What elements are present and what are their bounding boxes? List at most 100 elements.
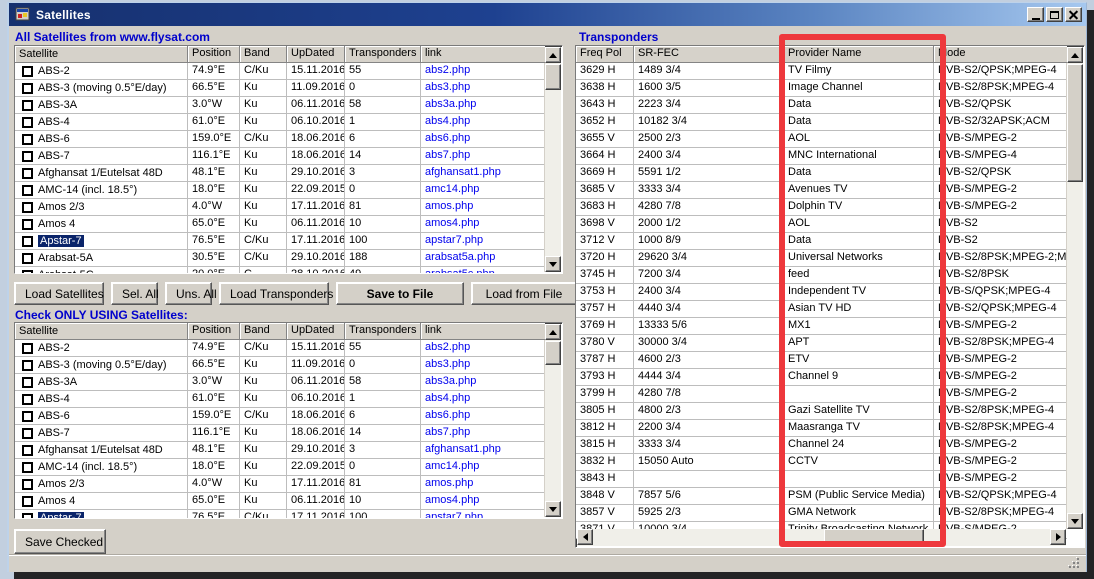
satellite-row[interactable]: ABS-3A3.0°WKu06.11.201658abs3a.php — [15, 374, 545, 391]
satellite-link[interactable]: afghansat1.php — [425, 166, 501, 178]
satellite-link[interactable]: apstar7.php — [425, 234, 483, 246]
scrollbar-thumb[interactable] — [545, 64, 561, 90]
column-header-sr-fec[interactable]: SR-FEC — [634, 46, 784, 63]
satellite-link[interactable]: abs4.php — [425, 392, 470, 404]
transponder-row[interactable]: 3655 V2500 2/3AOLDVB-S/MPEG-2 — [576, 131, 1067, 148]
transponder-row[interactable]: 3848 V7857 5/6PSM (Public Service Media)… — [576, 488, 1067, 505]
satellite-row[interactable]: ABS-7116.1°EKu18.06.201614abs7.php — [15, 148, 545, 165]
unselect-all-button[interactable]: Uns. All — [165, 282, 212, 305]
satellite-link[interactable]: abs3a.php — [425, 375, 476, 387]
satellite-row[interactable]: ABS-6159.0°EC/Ku18.06.20166abs6.php — [15, 131, 545, 148]
satellite-checkbox[interactable] — [22, 462, 33, 473]
satellite-row[interactable]: Apstar-776.5°EC/Ku17.11.2016100apstar7.p… — [15, 233, 545, 250]
transponder-row[interactable]: 3669 H5591 1/2DataDVB-S2/QPSK — [576, 165, 1067, 182]
column-header-mode[interactable]: Mode — [934, 46, 1067, 63]
vertical-scrollbar[interactable] — [544, 324, 561, 517]
transponder-row[interactable]: 3664 H2400 3/4MNC InternationalDVB-S/MPE… — [576, 148, 1067, 165]
satellite-link[interactable]: amc14.php — [425, 183, 479, 195]
column-header-transponders[interactable]: Transponders — [345, 46, 421, 63]
satellite-checkbox[interactable] — [22, 100, 33, 111]
transponder-row[interactable]: 3757 H4440 3/4Asian TV HDDVB-S2/QPSK;MPE… — [576, 301, 1067, 318]
satellite-checkbox[interactable] — [22, 496, 33, 507]
transponder-row[interactable]: 3815 H3333 3/4Channel 24DVB-S/MPEG-2 — [576, 437, 1067, 454]
satellite-checkbox[interactable] — [22, 253, 33, 264]
satellite-link[interactable]: arabsat5c.php — [425, 268, 495, 274]
satellite-link[interactable]: abs3.php — [425, 358, 470, 370]
transponder-row[interactable]: 3793 H4444 3/4Channel 9DVB-S/MPEG-2 — [576, 369, 1067, 386]
satellite-link[interactable]: afghansat1.php — [425, 443, 501, 455]
satellite-checkbox[interactable] — [22, 479, 33, 490]
column-header-satellite[interactable]: Satellite — [15, 323, 188, 340]
save-checked-button[interactable]: Save Checked — [14, 529, 106, 554]
satellite-link[interactable]: abs4.php — [425, 115, 470, 127]
satellite-checkbox[interactable] — [22, 202, 33, 213]
scrollbar-thumb[interactable] — [1067, 64, 1083, 182]
satellite-checkbox[interactable] — [22, 270, 33, 275]
satellite-row[interactable]: Amos 2/34.0°WKu17.11.201681amos.php — [15, 199, 545, 216]
satellite-row[interactable]: Amos 465.0°EKu06.11.201610amos4.php — [15, 216, 545, 233]
transponder-row[interactable]: 3652 H10182 3/4DataDVB-S2/32APSK;ACM — [576, 114, 1067, 131]
save-to-file-button[interactable]: Save to File — [336, 282, 464, 305]
satellite-checkbox[interactable] — [22, 134, 33, 145]
scrollbar-thumb[interactable] — [824, 529, 924, 545]
column-header-link[interactable]: link — [421, 46, 545, 63]
column-header-transponders[interactable]: Transponders — [345, 323, 421, 340]
transponder-row[interactable]: 3745 H7200 3/4feedDVB-S2/8PSK — [576, 267, 1067, 284]
satellite-row[interactable]: Afghansat 1/Eutelsat 48D48.1°EKu29.10.20… — [15, 442, 545, 459]
maximize-button[interactable] — [1046, 7, 1063, 22]
satellite-link[interactable]: abs7.php — [425, 149, 470, 161]
satellite-checkbox[interactable] — [22, 219, 33, 230]
transponder-row[interactable]: 3712 V1000 8/9DataDVB-S2 — [576, 233, 1067, 250]
satellite-row[interactable]: Amos 2/34.0°WKu17.11.201681amos.php — [15, 476, 545, 493]
transponder-row[interactable]: 3787 H4600 2/3ETVDVB-S/MPEG-2 — [576, 352, 1067, 369]
transponder-row[interactable]: 3638 H1600 3/5Image ChannelDVB-S2/8PSK;M… — [576, 80, 1067, 97]
scroll-left-button[interactable] — [577, 529, 593, 545]
satellite-link[interactable]: abs2.php — [425, 64, 470, 76]
satellite-row[interactable]: ABS-461.0°EKu06.10.20161abs4.php — [15, 391, 545, 408]
satellite-row[interactable]: AMC-14 (incl. 18.5°)18.0°EKu22.09.20150a… — [15, 459, 545, 476]
satellite-row[interactable]: Arabsat-5A30.5°EC/Ku29.10.2016188arabsat… — [15, 250, 545, 267]
scroll-down-button[interactable] — [545, 501, 561, 517]
satellite-checkbox[interactable] — [22, 66, 33, 77]
transponder-row[interactable]: 3685 V3333 3/4Avenues TVDVB-S/MPEG-2 — [576, 182, 1067, 199]
transponder-row[interactable]: 3769 H13333 5/6MX1DVB-S/MPEG-2 — [576, 318, 1067, 335]
column-header-updated[interactable]: UpDated — [287, 46, 345, 63]
satellite-checkbox[interactable] — [22, 428, 33, 439]
satellite-row[interactable]: ABS-3 (moving 0.5°E/day)66.5°EKu11.09.20… — [15, 357, 545, 374]
column-header-band[interactable]: Band — [240, 323, 287, 340]
scroll-right-button[interactable] — [1050, 529, 1066, 545]
scroll-down-button[interactable] — [545, 256, 561, 272]
satellite-checkbox[interactable] — [22, 117, 33, 128]
transponder-row[interactable]: 3643 H2223 3/4DataDVB-S2/QPSK — [576, 97, 1067, 114]
satellite-row[interactable]: ABS-274.9°EC/Ku15.11.201655abs2.php — [15, 63, 545, 80]
satellite-checkbox[interactable] — [22, 445, 33, 456]
satellite-checkbox[interactable] — [22, 411, 33, 422]
minimize-button[interactable] — [1027, 7, 1044, 22]
satellite-checkbox[interactable] — [22, 360, 33, 371]
transponder-row[interactable]: 3799 H4280 7/8DVB-S/MPEG-2 — [576, 386, 1067, 403]
resize-grip[interactable] — [1067, 556, 1080, 569]
satellite-link[interactable]: amos.php — [425, 200, 473, 212]
satellite-link[interactable]: apstar7.php — [425, 511, 483, 519]
satellite-link[interactable]: arabsat5a.php — [425, 251, 495, 263]
column-header-satellite[interactable]: Satellite — [15, 46, 188, 63]
satellite-link[interactable]: amc14.php — [425, 460, 479, 472]
satellite-checkbox[interactable] — [22, 394, 33, 405]
select-all-button[interactable]: Sel. All — [111, 282, 158, 305]
column-header-freq-pol[interactable]: Freq Pol — [576, 46, 634, 63]
satellite-row[interactable]: ABS-3 (moving 0.5°E/day)66.5°EKu11.09.20… — [15, 80, 545, 97]
load-transponders-button[interactable]: Load Transponders — [219, 282, 329, 305]
scrollbar-thumb[interactable] — [545, 341, 561, 365]
scroll-up-button[interactable] — [545, 324, 561, 340]
satellite-link[interactable]: abs7.php — [425, 426, 470, 438]
satellite-checkbox[interactable] — [22, 343, 33, 354]
satellite-row[interactable]: Arabsat-5C20.0°EC28.10.201649arabsat5c.p… — [15, 267, 545, 274]
transponder-row[interactable]: 3857 V5925 2/3GMA NetworkDVB-S2/8PSK;MPE… — [576, 505, 1067, 522]
load-satellites-button[interactable]: Load Satellites — [14, 282, 104, 305]
transponder-row[interactable]: 3805 H4800 2/3Gazi Satellite TVDVB-S2/8P… — [576, 403, 1067, 420]
scroll-down-button[interactable] — [1067, 513, 1083, 529]
satellite-link[interactable]: amos4.php — [425, 217, 479, 229]
satellite-link[interactable]: amos4.php — [425, 494, 479, 506]
satellite-row[interactable]: ABS-274.9°EC/Ku15.11.201655abs2.php — [15, 340, 545, 357]
satellite-checkbox[interactable] — [22, 151, 33, 162]
